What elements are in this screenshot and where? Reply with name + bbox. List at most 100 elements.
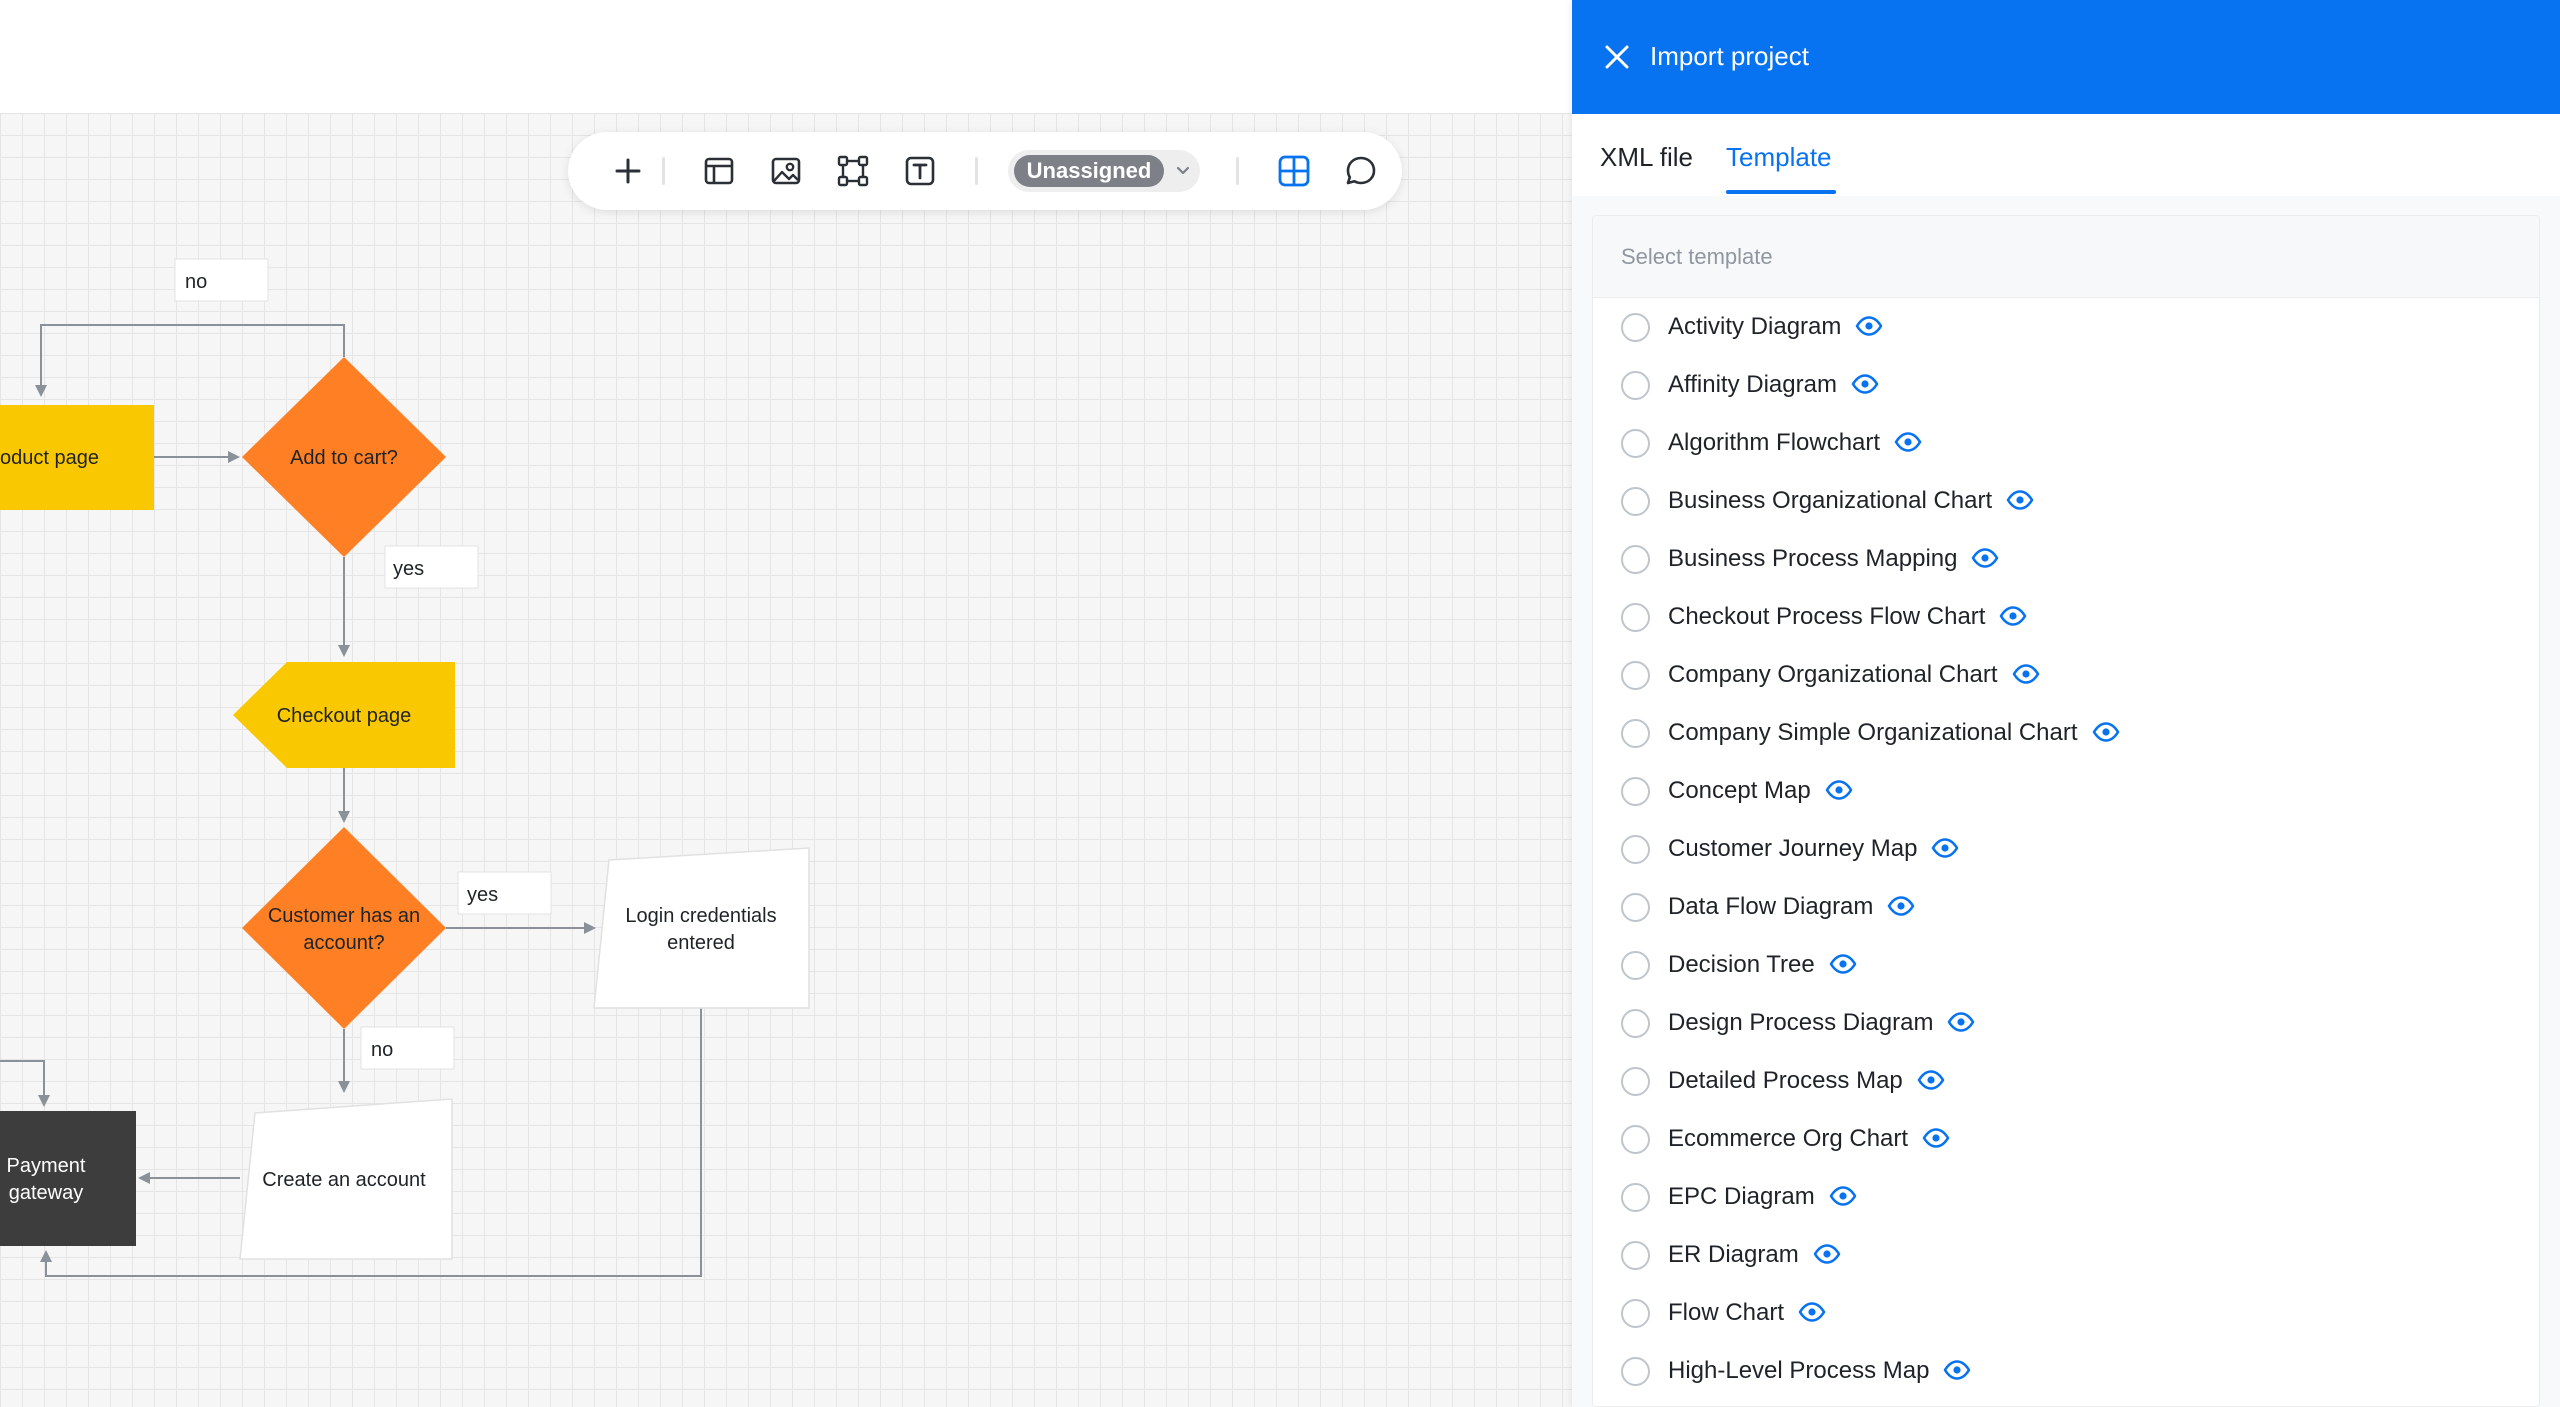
template-label: Detailed Process Map: [1668, 1064, 1945, 1098]
template-label: Customer Journey Map: [1668, 832, 1959, 866]
template-option[interactable]: Ecommerce Org Chart: [1593, 1110, 2539, 1168]
template-option[interactable]: EPC Diagram: [1593, 1168, 2539, 1226]
template-option[interactable]: Company Simple Organizational Chart: [1593, 704, 2539, 762]
template-option[interactable]: Company Organizational Chart: [1593, 646, 2539, 704]
template-option[interactable]: Checkout Process Flow Chart: [1593, 588, 2539, 646]
template-label: Company Organizational Chart: [1668, 658, 2040, 692]
template-label: ER Diagram: [1668, 1238, 1841, 1272]
node-login-line1: Login credentials: [625, 905, 776, 927]
radio-button[interactable]: [1621, 1357, 1650, 1386]
frame-button[interactable]: [833, 151, 873, 191]
assignee-dropdown[interactable]: Unassigned: [1008, 150, 1200, 192]
eye-icon[interactable]: [1894, 431, 1922, 452]
layout-button[interactable]: [699, 151, 739, 191]
template-option[interactable]: Detailed Process Map: [1593, 1052, 2539, 1110]
panel-header: Import project: [1572, 0, 2560, 114]
radio-button[interactable]: [1621, 661, 1650, 690]
template-option[interactable]: Concept Map: [1593, 762, 2539, 820]
grid-button[interactable]: [1274, 151, 1314, 191]
template-option[interactable]: ER Diagram: [1593, 1226, 2539, 1284]
eye-icon[interactable]: [1829, 953, 1857, 974]
template-option[interactable]: Business Organizational Chart: [1593, 472, 2539, 530]
node-product-page-label: oduct page: [0, 447, 99, 469]
text-button[interactable]: [900, 151, 940, 191]
eye-icon[interactable]: [1851, 373, 1879, 394]
template-list: Activity Diagram Affinity Diagram Algori…: [1593, 298, 2539, 1400]
template-label: Concept Map: [1668, 774, 1853, 808]
radio-button[interactable]: [1621, 777, 1650, 806]
close-icon: [1605, 45, 1629, 69]
grid-icon: [1278, 155, 1310, 187]
template-label: EPC Diagram: [1668, 1180, 1857, 1214]
radio-button[interactable]: [1621, 545, 1650, 574]
tab-xml-file[interactable]: XML file: [1600, 140, 1693, 174]
comment-button[interactable]: [1341, 151, 1381, 191]
eye-icon[interactable]: [1943, 1359, 1971, 1380]
select-template-label: Select template: [1593, 216, 2539, 298]
radio-button[interactable]: [1621, 1009, 1650, 1038]
eye-icon[interactable]: [1798, 1301, 1826, 1322]
template-label: Business Organizational Chart: [1668, 484, 2034, 518]
template-option[interactable]: Business Process Mapping: [1593, 530, 2539, 588]
text-icon: [905, 156, 935, 186]
radio-button[interactable]: [1621, 951, 1650, 980]
eye-icon[interactable]: [2012, 663, 2040, 684]
radio-button[interactable]: [1621, 1183, 1650, 1212]
template-option[interactable]: Flow Chart: [1593, 1284, 2539, 1342]
radio-button[interactable]: [1621, 1299, 1650, 1328]
image-icon: [771, 157, 801, 185]
eye-icon[interactable]: [1999, 605, 2027, 626]
eye-icon[interactable]: [1947, 1011, 1975, 1032]
radio-button[interactable]: [1621, 429, 1650, 458]
diagram-canvas[interactable]: no yes yes no oduct page Add to cart? Ch…: [0, 113, 1572, 1407]
toolbar-divider: [975, 157, 978, 185]
template-label: Data Flow Diagram: [1668, 890, 1915, 924]
template-label: Algorithm Flowchart: [1668, 426, 1922, 460]
eye-icon[interactable]: [1931, 837, 1959, 858]
template-option[interactable]: Activity Diagram: [1593, 298, 2539, 356]
close-button[interactable]: [1596, 36, 1638, 78]
radio-button[interactable]: [1621, 313, 1650, 342]
eye-icon[interactable]: [2092, 721, 2120, 742]
radio-button[interactable]: [1621, 719, 1650, 748]
flowchart: no yes yes no oduct page Add to cart? Ch…: [0, 258, 810, 1277]
eye-icon[interactable]: [1813, 1243, 1841, 1264]
radio-button[interactable]: [1621, 1125, 1650, 1154]
node-payment-line1: Payment: [7, 1155, 86, 1177]
eye-icon[interactable]: [1825, 779, 1853, 800]
template-option[interactable]: High-Level Process Map: [1593, 1342, 2539, 1400]
radio-button[interactable]: [1621, 835, 1650, 864]
node-customer-account-line2: account?: [303, 932, 384, 954]
radio-button[interactable]: [1621, 893, 1650, 922]
tab-template[interactable]: Template: [1726, 140, 1832, 174]
add-button[interactable]: [608, 151, 648, 191]
template-label: Business Process Mapping: [1668, 542, 1999, 576]
template-option[interactable]: Customer Journey Map: [1593, 820, 2539, 878]
eye-icon[interactable]: [1922, 1127, 1950, 1148]
radio-button[interactable]: [1621, 487, 1650, 516]
image-button[interactable]: [766, 151, 806, 191]
chevron-down-icon: [1176, 166, 1190, 175]
toolbar-divider: [1236, 157, 1239, 185]
canvas-toolbar: Unassigned: [568, 132, 1402, 210]
template-option[interactable]: Affinity Diagram: [1593, 356, 2539, 414]
eye-icon[interactable]: [1887, 895, 1915, 916]
template-option[interactable]: Design Process Diagram: [1593, 994, 2539, 1052]
node-customer-has-account: [242, 827, 446, 1029]
template-option[interactable]: Algorithm Flowchart: [1593, 414, 2539, 472]
eye-icon[interactable]: [1829, 1185, 1857, 1206]
radio-button[interactable]: [1621, 1067, 1650, 1096]
node-customer-account-line1: Customer has an: [268, 905, 420, 927]
radio-button[interactable]: [1621, 1241, 1650, 1270]
eye-icon[interactable]: [2006, 489, 2034, 510]
radio-button[interactable]: [1621, 371, 1650, 400]
template-option[interactable]: Decision Tree: [1593, 936, 2539, 994]
template-label: Affinity Diagram: [1668, 368, 1879, 402]
eye-icon[interactable]: [1917, 1069, 1945, 1090]
radio-button[interactable]: [1621, 603, 1650, 632]
node-login-line2: entered: [667, 932, 735, 954]
eye-icon[interactable]: [1855, 315, 1883, 336]
add-icon: [615, 158, 641, 184]
eye-icon[interactable]: [1971, 547, 1999, 568]
template-option[interactable]: Data Flow Diagram: [1593, 878, 2539, 936]
